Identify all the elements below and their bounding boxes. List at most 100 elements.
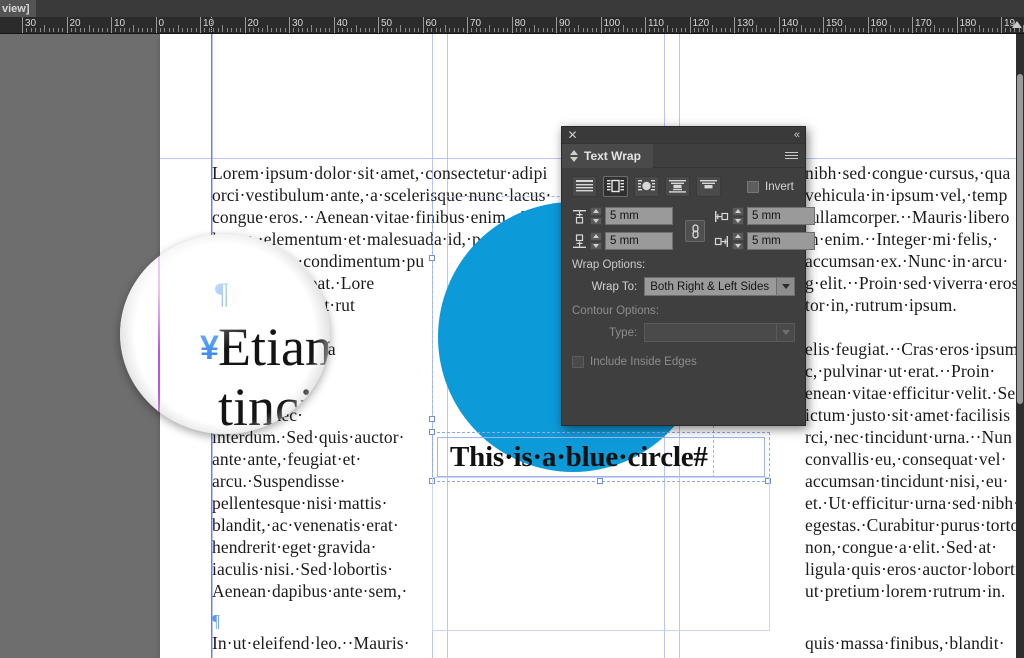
text-line[interactable]: m·enim.··Integer·mi·felis,· — [805, 228, 998, 250]
offset-right-control[interactable]: 5 mm — [714, 232, 815, 250]
text-line[interactable]: quis·massa·finibus,·blandit· — [805, 632, 1005, 654]
panel-menu-icon[interactable] — [785, 152, 798, 161]
include-inside-edges-checkbox[interactable] — [572, 356, 584, 368]
text-line[interactable]: elis·feugiat.··Cras·eros·ipsum — [805, 338, 1016, 360]
ruler-minor-tick — [107, 28, 108, 32]
offset-top-control[interactable]: 5 mm — [572, 207, 673, 225]
text-line[interactable]: g·elit.··Proin·sed·viverra·eros — [805, 272, 1016, 294]
ruler-minor-tick — [316, 28, 317, 32]
ruler-minor-tick — [427, 28, 428, 32]
ruler-minor-tick — [489, 25, 490, 32]
text-line[interactable]: tor·in,·rutrum·ipsum. — [805, 294, 957, 316]
circle-handle-left[interactable] — [429, 255, 435, 261]
ruler-minor-tick — [743, 28, 744, 32]
vertical-scrollbar[interactable] — [1016, 34, 1024, 658]
ruler-minor-tick — [369, 28, 370, 32]
text-line[interactable]: ligula·quis·eros·auctor·loborti — [805, 558, 1016, 580]
ruler-minor-tick — [587, 28, 588, 32]
wrap-mode-no-text-wrap[interactable] — [572, 176, 597, 197]
vertical-scrollbar-thumb[interactable] — [1017, 74, 1023, 404]
circle-handle-bottom-left[interactable] — [429, 416, 435, 422]
text-line[interactable]: ictum·justo·sit·amet·facilisis — [805, 404, 1010, 426]
text-line[interactable]: egestas.·Curabitur·purus·torto — [805, 514, 1016, 536]
caption-handle-top-left[interactable] — [429, 429, 435, 435]
text-line[interactable]: et.·Ut·efficitur·urna·sed·nibh· — [805, 492, 1016, 514]
text-line[interactable]: nibh·sed·congue·cursus,·qua — [805, 162, 1010, 184]
offset-bottom-field[interactable]: 5 mm — [605, 232, 673, 250]
document-tab[interactable]: view] — [0, 0, 36, 17]
text-line[interactable]: non,·congue·a·elit.·Sed·at· — [805, 536, 997, 558]
collapse-panel-icon[interactable]: « — [794, 129, 799, 142]
ruler-minor-tick — [71, 28, 72, 32]
invert-checkbox[interactable] — [747, 181, 759, 193]
ruler-label: 60 — [423, 18, 437, 30]
text-line[interactable]: rci,·nec·tincidunt·urna.··Nun — [805, 426, 1012, 448]
ruler-minor-tick — [365, 28, 366, 32]
text-line[interactable]: accumsan·ex.·Nunc·in·arcu· — [805, 250, 1008, 272]
ruler-minor-tick — [405, 28, 406, 32]
ruler-minor-tick — [943, 28, 944, 32]
ruler-minor-tick — [810, 28, 811, 32]
panel-topbar[interactable]: ✕ « — [562, 127, 805, 144]
ruler-minor-tick — [93, 28, 94, 32]
ruler-minor-tick — [698, 28, 699, 32]
magnifier-loupe[interactable]: ¶ ¥ Etiam tinci — [120, 234, 330, 434]
offset-top-field[interactable]: 5 mm — [605, 207, 673, 225]
ruler-minor-tick — [534, 25, 535, 32]
wrap-object-shape-icon — [638, 179, 655, 194]
wrap-mode-object-shape[interactable] — [634, 176, 659, 197]
include-inside-edges-row[interactable]: Include Inside Edges — [572, 356, 795, 368]
text-line[interactable]: ·ullamcorper.··Mauris·libero — [805, 206, 1009, 228]
offset-left-control[interactable]: 5 mm — [714, 207, 815, 225]
text-line[interactable]: accumsan·tincidunt·nisi,·eu· — [805, 470, 1009, 492]
horizontal-ruler[interactable]: 3020100102030405060708090100110120130140… — [0, 17, 1024, 34]
ruler-minor-tick — [979, 25, 980, 32]
text-line[interactable]: ut·pretium·lorem·rutrum·in. — [805, 580, 1006, 602]
ruler-minor-tick — [298, 28, 299, 32]
text-line[interactable]: c,·pulvinar·ut·erat.··Proin· — [805, 360, 995, 382]
ruler-minor-tick — [302, 28, 303, 32]
panel-body: Invert — [562, 168, 805, 376]
offset-bottom-control[interactable]: 5 mm — [572, 232, 673, 250]
wrap-mode-row: Invert — [572, 176, 795, 197]
ruler-minor-tick — [445, 25, 446, 32]
offset-right-stepper[interactable] — [732, 232, 744, 250]
ruler-minor-tick — [485, 28, 486, 32]
wrap-mode-jump-object[interactable] — [665, 176, 690, 197]
caption-label: This·is·a·blue·circle — [450, 440, 693, 474]
offset-left-field[interactable]: 5 mm — [747, 207, 815, 225]
link-offsets-toggle[interactable] — [685, 220, 705, 242]
contour-type-select[interactable] — [644, 323, 795, 342]
ruler-minor-tick — [285, 28, 286, 32]
ruler-minor-tick — [280, 28, 281, 32]
ruler-minor-tick — [948, 28, 949, 32]
invert-control[interactable]: Invert — [747, 181, 794, 193]
chevron-down-icon-contour[interactable] — [776, 324, 794, 341]
document-canvas[interactable]: Lorem·ipsum·dolor·sit·amet,·consectetur·… — [0, 34, 1024, 658]
text-line[interactable]: vehicula·in·ipsum·vel,·temp — [805, 184, 1007, 206]
ruler-minor-tick — [276, 28, 277, 32]
ruler-minor-tick — [872, 28, 873, 32]
ruler-minor-tick — [632, 28, 633, 32]
wrap-mode-bounding-box[interactable] — [603, 176, 628, 197]
collapse-arrows-icon — [570, 149, 578, 163]
text-wrap-panel[interactable]: ✕ « Text Wrap — [561, 126, 806, 426]
tab-text-wrap[interactable]: Text Wrap — [562, 144, 653, 168]
chain-link-icon — [690, 223, 701, 239]
offset-right-field[interactable]: 5 mm — [747, 232, 815, 250]
ruler-minor-tick — [169, 28, 170, 32]
text-line[interactable]: enean·vitae·efficitur·velit.·Se — [805, 382, 1015, 404]
caption-text-block[interactable]: This·is·a·blue·circle# — [450, 440, 770, 474]
offset-left-stepper[interactable] — [732, 207, 744, 225]
ruler-minor-tick — [876, 28, 877, 32]
wrap-mode-jump-next-column[interactable] — [696, 176, 721, 197]
contour-type-row: Type: — [572, 323, 795, 342]
close-icon[interactable]: ✕ — [567, 130, 578, 141]
ruler-minor-tick — [609, 28, 610, 32]
offset-bottom-stepper[interactable] — [590, 232, 602, 250]
offset-top-stepper[interactable] — [590, 207, 602, 225]
text-line[interactable]: convallis·eu,·consequat·vel· — [805, 448, 1007, 470]
wrap-to-select[interactable]: Both Right & Left Sides — [644, 277, 795, 296]
chevron-down-icon[interactable] — [776, 278, 794, 295]
ruler-minor-tick — [133, 25, 134, 32]
